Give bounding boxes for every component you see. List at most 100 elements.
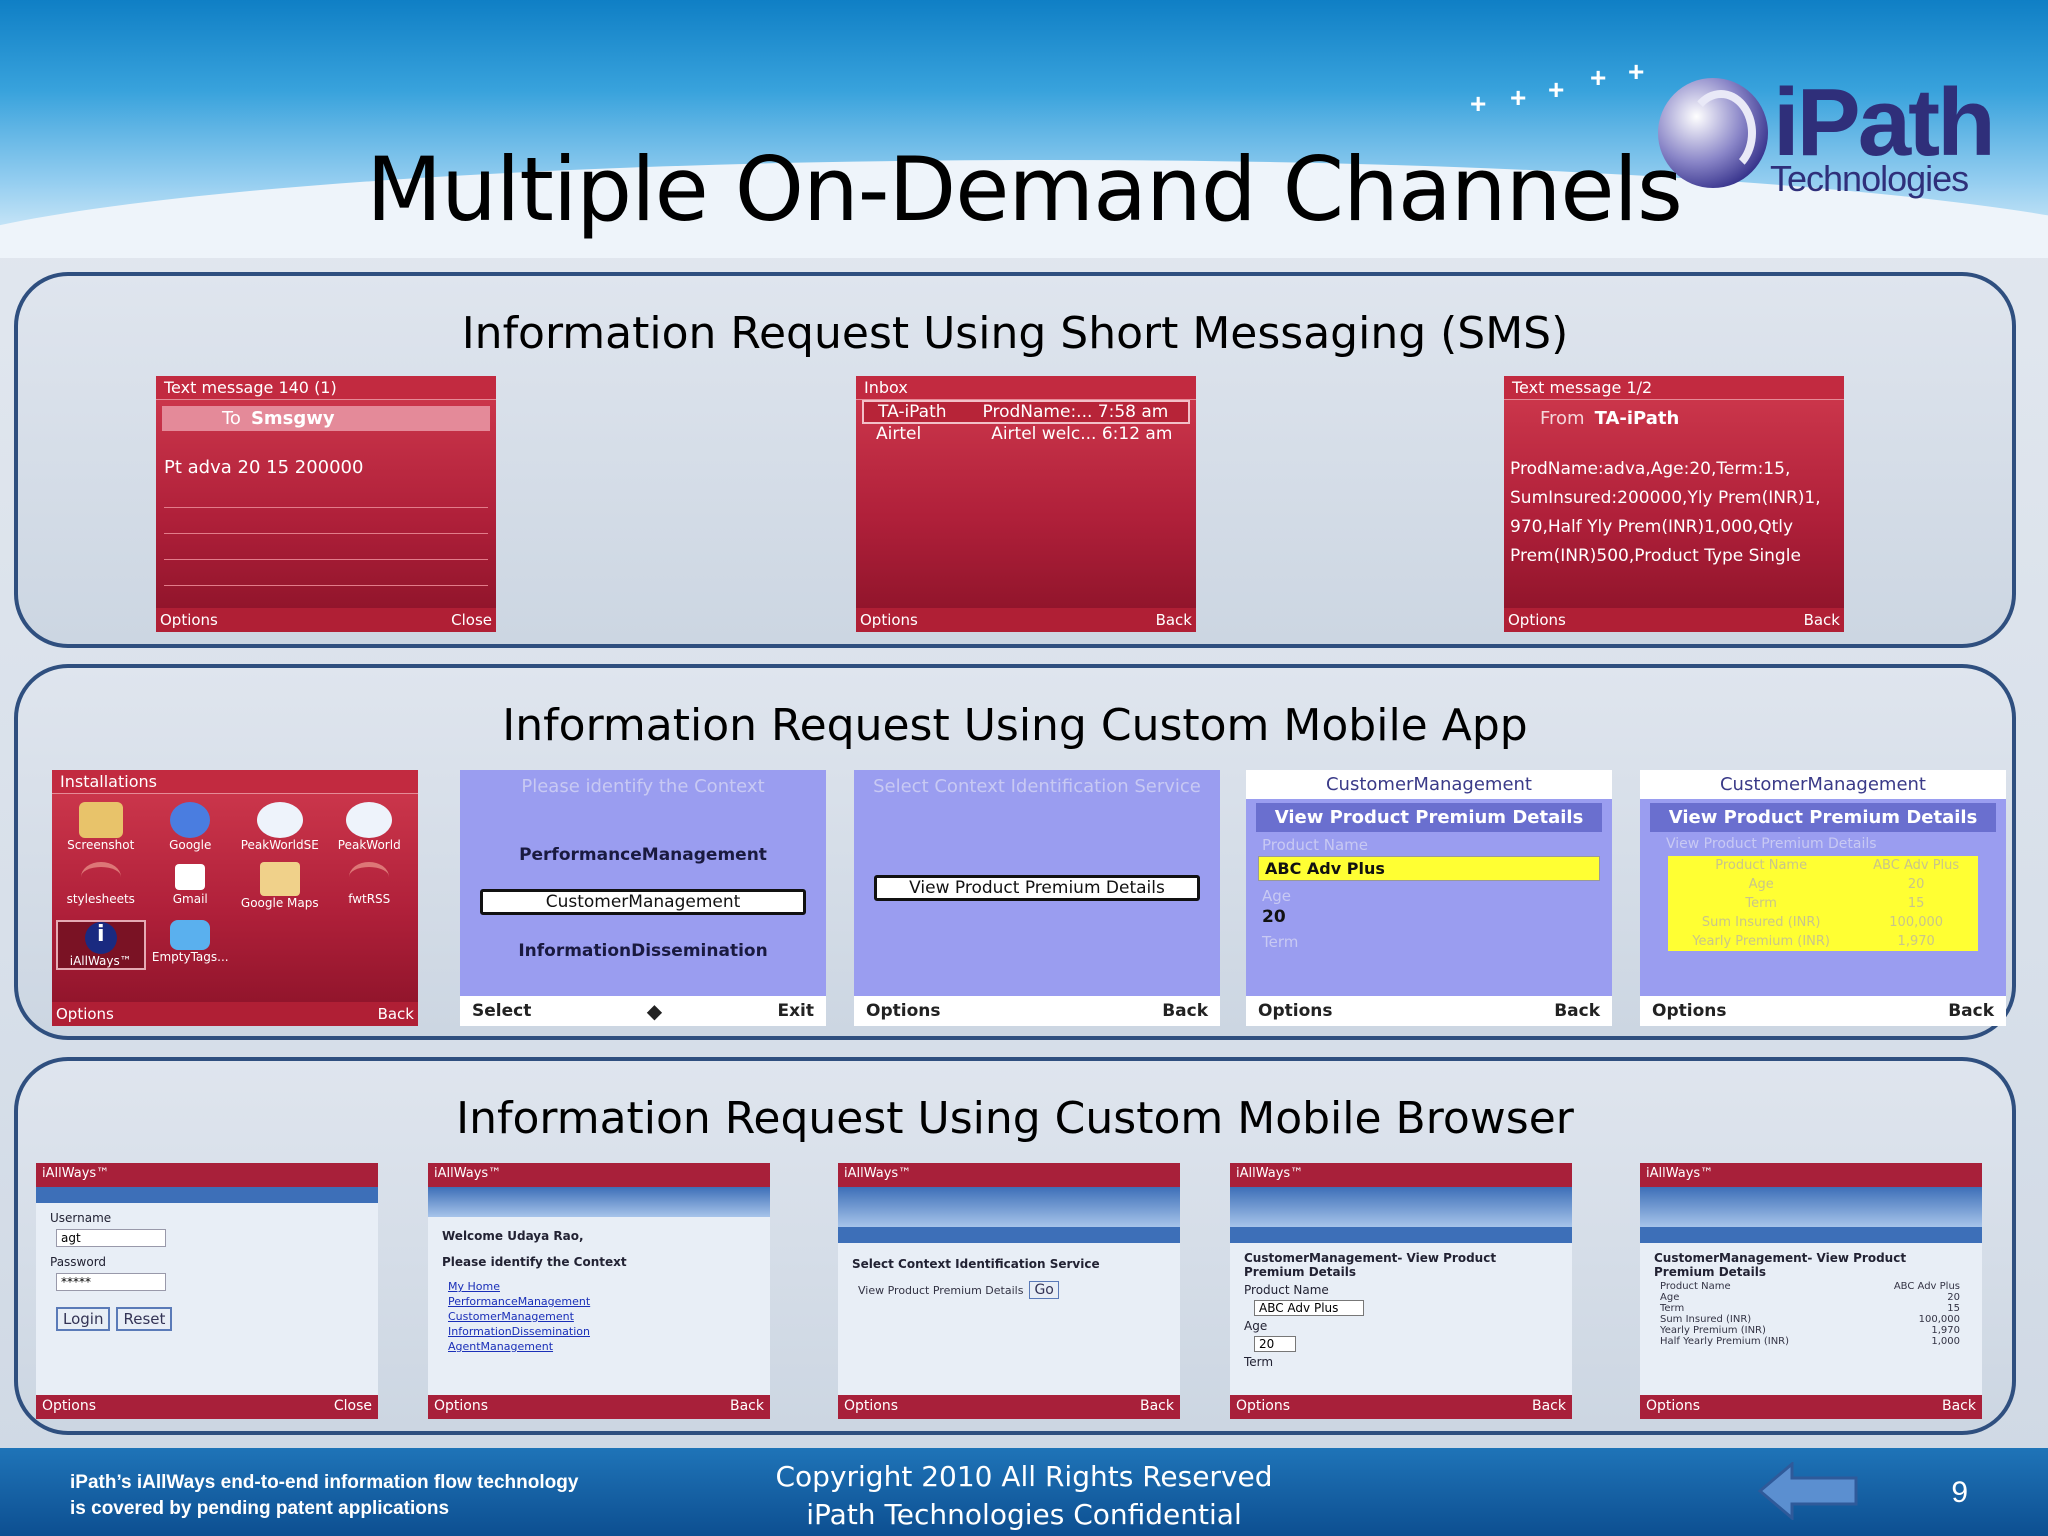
app-icon[interactable]: PeakWorldSE	[235, 802, 325, 852]
table-row: Age 20	[1748, 877, 1925, 892]
go-button[interactable]: Go	[1029, 1281, 1059, 1299]
app-icon[interactable]: EmptyTags...	[146, 920, 236, 970]
back-softkey[interactable]: Back	[1554, 1001, 1600, 1021]
softkeys: Options Back	[1640, 996, 2006, 1026]
app-icon-selected[interactable]: i iAllWays™	[56, 920, 146, 970]
options-softkey[interactable]: Options	[1652, 1001, 1726, 1021]
options-softkey[interactable]: Options	[160, 611, 218, 629]
phone-status-bar: Text message 1/2	[1504, 376, 1844, 400]
prompt-text: Please identify the Context	[442, 1255, 627, 1269]
exit-softkey[interactable]: Exit	[777, 1001, 814, 1021]
context-option-selected[interactable]: CustomerManagement	[480, 889, 806, 915]
options-softkey[interactable]: Options	[1236, 1398, 1290, 1416]
options-softkey[interactable]: Options	[42, 1398, 96, 1416]
screen-band: View Product Premium Details	[1256, 803, 1602, 832]
recipient-field[interactable]: To Smsgwy	[162, 406, 490, 431]
product-select[interactable]: ABC Adv Plus	[1258, 856, 1600, 881]
app-icon[interactable]: fwtRSS	[325, 862, 415, 910]
login-button[interactable]: Login	[56, 1307, 111, 1331]
back-softkey[interactable]: Back	[378, 1005, 414, 1023]
close-softkey[interactable]: Close	[334, 1398, 372, 1416]
copyright-notice: Copyright 2010 All Rights Reserved iPath…	[775, 1460, 1273, 1531]
table-row: Half Yearly Premium (INR) 1,000	[1660, 1336, 1960, 1347]
username-input[interactable]: agt	[56, 1229, 166, 1247]
field-label: Product Name	[1244, 1283, 1329, 1297]
options-softkey[interactable]: Options	[866, 1001, 940, 1021]
app-icon-grid: Screenshot Google PeakWorldSE PeakWorld …	[52, 794, 418, 978]
password-label: Password	[50, 1255, 107, 1269]
options-softkey[interactable]: Options	[1508, 611, 1566, 629]
service-screen: Select Context Identification Service Vi…	[854, 770, 1220, 1026]
context-option[interactable]: InformationDissemination	[460, 941, 826, 961]
panel-mobile-browser: Information Request Using Custom Mobile …	[14, 1057, 2016, 1435]
browser-banner	[838, 1187, 1180, 1227]
context-link[interactable]: My Home	[428, 1279, 770, 1294]
table-row: Product Name ABC Adv Plus	[1660, 1281, 1960, 1292]
back-arrow-icon[interactable]	[1758, 1462, 1860, 1520]
slide: + + + + + iPath Technologies Multiple On…	[0, 0, 2048, 1536]
context-link[interactable]: CustomerManagement	[428, 1309, 770, 1324]
product-dropdown[interactable]: ABC Adv Plus	[1254, 1300, 1364, 1316]
back-softkey[interactable]: Back	[1948, 1001, 1994, 1021]
sparkle-decor: +	[1628, 56, 1645, 87]
sms-inbox-screen: Inbox TA-iPath ProdName:... 7:58 am Airte…	[856, 376, 1196, 632]
back-softkey[interactable]: Back	[1140, 1398, 1174, 1416]
softkeys: Options Back	[1246, 996, 1612, 1026]
browser-login-screen: iAllWays™ Username agt Password ***** Lo…	[36, 1163, 378, 1419]
app-icon[interactable]: Screenshot	[56, 802, 146, 852]
options-softkey[interactable]: Options	[1646, 1398, 1700, 1416]
username-label: Username	[50, 1211, 112, 1225]
screen-title: CustomerManagement	[1640, 770, 2006, 799]
options-softkey[interactable]: Options	[844, 1398, 898, 1416]
service-dropdown[interactable]: View Product Premium Details	[858, 1284, 1023, 1297]
app-icon[interactable]: Gmail	[146, 862, 236, 910]
inbox-row[interactable]: TA-iPath ProdName:... 7:58 am	[862, 400, 1190, 424]
age-select[interactable]: 20	[1246, 905, 1612, 929]
password-input[interactable]: *****	[56, 1273, 166, 1291]
context-link[interactable]: InformationDissemination	[428, 1324, 770, 1339]
phone-status-bar: Text message 140 (1)	[156, 376, 496, 400]
section-heading-sms: Information Request Using Short Messagin…	[461, 308, 1569, 359]
back-softkey[interactable]: Back	[730, 1398, 764, 1416]
close-softkey[interactable]: Close	[451, 611, 492, 629]
context-option[interactable]: PerformanceManagement	[460, 845, 826, 865]
sms-reply-screen: Text message 1/2 From TA-iPath ProdName:a…	[1504, 376, 1844, 632]
table-row: Yearly Premium (INR) 1,970	[1692, 934, 1935, 949]
softkeys: Select ◆ Exit	[460, 996, 826, 1026]
screen-header: Please identify the Context	[521, 776, 765, 797]
inbox-row[interactable]: Airtel Airtel welc... 6:12 am	[862, 424, 1190, 444]
back-softkey[interactable]: Back	[1942, 1398, 1976, 1416]
sparkle-decor: +	[1590, 62, 1607, 93]
table-row: Sum Insured (INR) 100,000	[1701, 915, 1944, 930]
browser-select-screen: iAllWays™ Select Context Identification …	[838, 1163, 1180, 1419]
result-screen: CustomerManagement View Product Premium …	[1640, 770, 2006, 1026]
field-label: Product Name	[1262, 836, 1368, 854]
select-heading: Select Context Identification Service	[852, 1257, 1100, 1271]
app-icon[interactable]: Google	[146, 802, 236, 852]
age-dropdown[interactable]: 20	[1254, 1336, 1296, 1352]
options-softkey[interactable]: Options	[860, 611, 918, 629]
context-link[interactable]: PerformanceManagement	[428, 1294, 770, 1309]
softkeys: Options Back	[428, 1395, 770, 1419]
service-option-selected[interactable]: View Product Premium Details	[874, 875, 1200, 901]
reset-button[interactable]: Reset	[116, 1307, 173, 1331]
back-softkey[interactable]: Back	[1804, 611, 1840, 629]
scroll-arrows-icon[interactable]: ◆	[647, 999, 662, 1023]
softkeys: Options Back	[1230, 1395, 1572, 1419]
options-softkey[interactable]: Options	[56, 1005, 114, 1023]
app-icon[interactable]: stylesheets	[56, 862, 146, 910]
context-screen: Please identify the Context PerformanceM…	[460, 770, 826, 1026]
back-softkey[interactable]: Back	[1532, 1398, 1566, 1416]
select-softkey[interactable]: Select	[472, 1001, 531, 1021]
screen-header: Select Context Identification Service	[873, 776, 1201, 797]
app-icon[interactable]: Google Maps	[235, 862, 325, 910]
options-softkey[interactable]: Options	[434, 1398, 488, 1416]
app-icon[interactable]: PeakWorld	[325, 802, 415, 852]
back-softkey[interactable]: Back	[1162, 1001, 1208, 1021]
message-body[interactable]: Pt adva 20 15 200000	[156, 453, 496, 482]
premium-table: Product Name ABC Adv Plus Age 20 Term 15 Su…	[1668, 856, 1978, 951]
softkeys: Options Back	[838, 1395, 1180, 1419]
options-softkey[interactable]: Options	[1258, 1001, 1332, 1021]
context-link[interactable]: AgentManagement	[428, 1339, 770, 1354]
back-softkey[interactable]: Back	[1156, 611, 1192, 629]
